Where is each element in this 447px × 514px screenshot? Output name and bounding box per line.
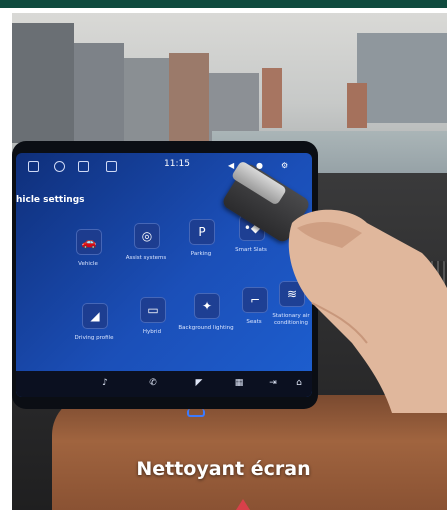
photo-card: 11:15 ◀ ● ⚙ hicle settings 🚗 Vehicle ◎ A… — [0, 0, 447, 514]
screen-bottom-bar: ♪ ✆ ◤ ▦ ⇥ ⌂ — [16, 371, 312, 397]
tile-assist-systems: ◎ Assist systems — [116, 223, 176, 283]
ambient-led — [187, 409, 205, 417]
lighting-icon: ✦ — [194, 293, 220, 319]
media-icon — [106, 161, 117, 172]
settings-icon: ⚙ — [281, 161, 289, 170]
tile-driving-profile: ◢ Driving profile — [64, 303, 124, 363]
car-icon: 🚗 — [76, 229, 102, 255]
product-caption: Nettoyant écran — [136, 458, 311, 480]
bottom-margin — [0, 510, 447, 514]
left-margin — [0, 8, 12, 514]
music-icon: ♪ — [102, 378, 108, 388]
product-photo: 11:15 ◀ ● ⚙ hicle settings 🚗 Vehicle ◎ A… — [12, 13, 447, 510]
brand-top-bar — [0, 0, 447, 8]
parking-shortcut-icon — [78, 161, 89, 172]
driving-profile-icon: ◢ — [82, 303, 108, 329]
apps-icon: ▦ — [234, 378, 244, 388]
battery-icon: ▭ — [140, 297, 166, 323]
tile-hybrid: ▭ Hybrid — [122, 297, 182, 357]
hand — [288, 209, 447, 413]
menu-icon — [28, 161, 39, 172]
vehicle-settings-heading: hicle settings — [16, 195, 85, 205]
parking-icon: P — [189, 219, 215, 245]
navigation-icon: ◤ — [195, 378, 203, 388]
tile-vehicle: 🚗 Vehicle — [58, 229, 118, 289]
profile-icon — [54, 161, 65, 172]
phone-icon: ✆ — [149, 378, 157, 388]
assist-icon: ◎ — [134, 223, 160, 249]
screen-clock: 11:15 — [164, 159, 190, 169]
